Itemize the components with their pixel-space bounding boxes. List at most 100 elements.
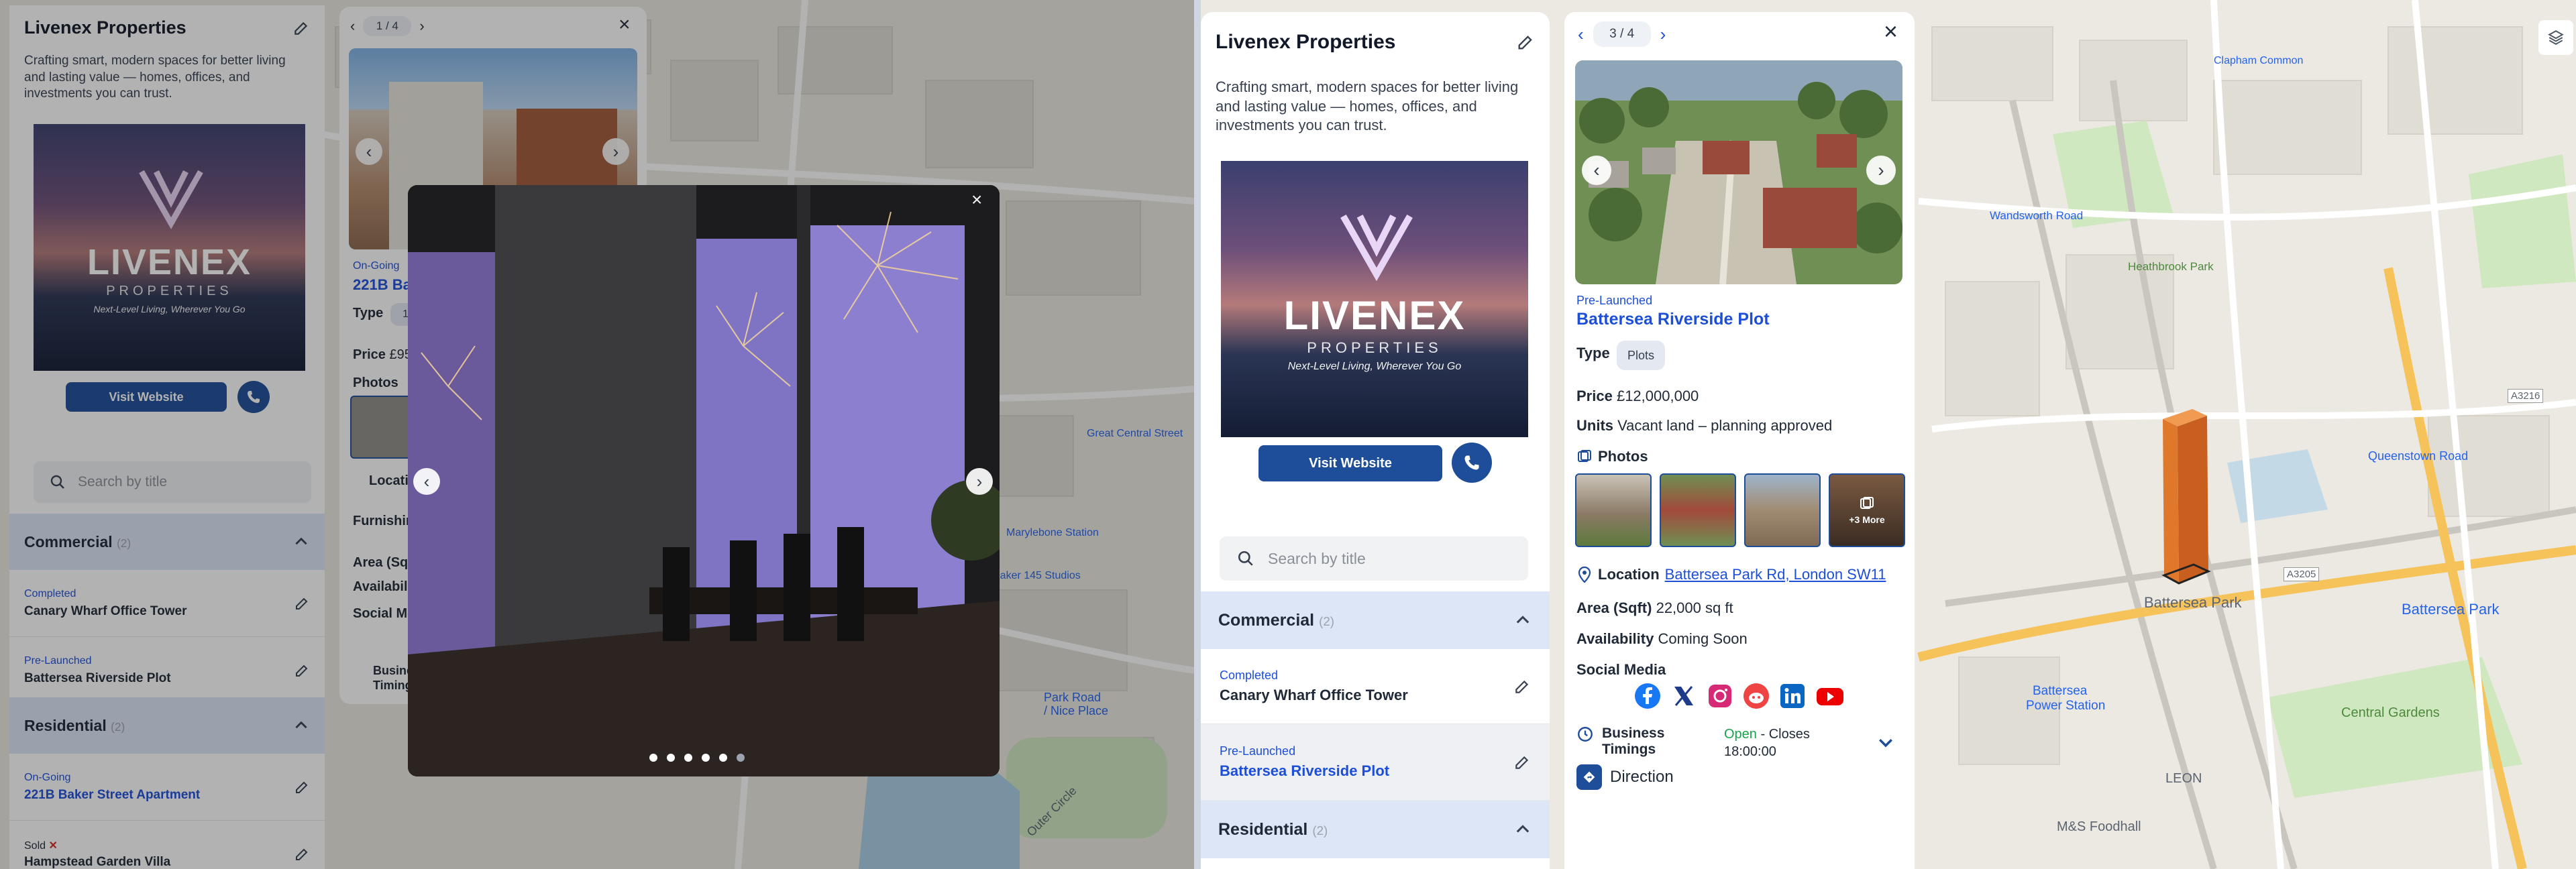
brand-description: Crafting smart, modern spaces for better… <box>1216 78 1519 134</box>
map-label-ms-foodhall: M&S Foodhall <box>2057 819 2141 834</box>
availability-label: Availability <box>1576 630 1654 647</box>
photo-next-button[interactable]: › <box>1866 156 1896 185</box>
youtube-icon[interactable] <box>1815 683 1845 709</box>
photo-thumbnail[interactable] <box>1660 473 1736 547</box>
right-detail-card: ‹ 3 / 4 › × ‹ › Pre-Launched Battersea R… <box>1564 12 1915 869</box>
price-label: Price <box>1576 388 1613 404</box>
photos-label: Photos <box>1598 448 1648 465</box>
map-label-a3205: A3205 <box>2284 567 2320 581</box>
item-status: Completed <box>1220 669 1279 682</box>
x-twitter-icon[interactable] <box>1670 683 1697 709</box>
map-layers-button[interactable] <box>2538 20 2573 55</box>
pagination-dot[interactable] <box>737 754 745 762</box>
photo-thumbnail[interactable] <box>1744 473 1821 547</box>
timings-label: Timings <box>1602 742 1656 757</box>
logo-word: LIVENEX <box>1283 292 1466 338</box>
pagination-dot[interactable] <box>649 754 657 762</box>
facebook-icon[interactable] <box>1634 683 1661 709</box>
phone-button[interactable] <box>1452 443 1492 483</box>
layers-icon <box>2548 30 2564 45</box>
property-photo[interactable] <box>1575 60 1902 284</box>
logo-tagline: Next-Level Living, Wherever You Go <box>1287 360 1462 372</box>
area-value: 22,000 sq ft <box>1656 599 1733 616</box>
expand-hours-chevron-icon[interactable] <box>1876 732 1896 752</box>
map-label-power-station: Power Station <box>2026 699 2106 713</box>
more-photos-label: +3 More <box>1849 514 1885 525</box>
phone-icon <box>1464 455 1479 470</box>
map-label-battersea-park: Battersea Park <box>2144 594 2242 611</box>
chevron-up-icon <box>1516 616 1529 624</box>
location-label: Location <box>1598 566 1660 583</box>
map-label-queenstown: Queenstown Road <box>2368 449 2469 463</box>
price-value: £12,000,000 <box>1616 388 1699 404</box>
type-chip: Plots <box>1617 341 1665 370</box>
availability-value: Coming Soon <box>1658 630 1748 647</box>
search-icon <box>1238 551 1253 566</box>
map-label-battersea-power: Battersea <box>2033 684 2088 698</box>
lightbox-pagination <box>649 754 745 762</box>
open-status: Open <box>1724 727 1757 742</box>
brand-title: Livenex Properties <box>1216 31 1396 53</box>
lightbox-photo[interactable] <box>408 185 1000 776</box>
category-count: (2) <box>1319 614 1334 628</box>
pagination-dot[interactable] <box>719 754 727 762</box>
map-label-central-gardens: Central Gardens <box>2341 705 2440 720</box>
map-label-wandsworth: Wandsworth Road <box>1990 209 2084 222</box>
category-name: Residential <box>1218 819 1308 839</box>
map-label-battersea-park-2: Battersea Park <box>2402 601 2500 618</box>
detail-status: Pre-Launched <box>1576 294 1653 307</box>
direction-label[interactable]: Direction <box>1610 768 1674 787</box>
item-title: Canary Wharf Office Tower <box>1220 687 1408 703</box>
photo-prev-button[interactable]: ‹ <box>1582 156 1611 185</box>
category-commercial[interactable]: Commercial (2) <box>1201 591 1550 649</box>
search-box[interactable]: Search by title <box>1220 536 1528 581</box>
photo-thumbnail[interactable] <box>1575 473 1652 547</box>
edit-icon[interactable] <box>1516 33 1535 52</box>
item-status: Pre-Launched <box>1220 744 1296 758</box>
prev-page-icon[interactable]: ‹ <box>1578 24 1584 45</box>
reddit-icon[interactable] <box>1743 683 1770 709</box>
map-label-a3216: A3216 <box>2508 389 2544 403</box>
category-name: Commercial <box>1218 610 1315 630</box>
lightbox-close-icon[interactable]: × <box>971 189 982 211</box>
units-label: Units <box>1576 417 1613 434</box>
category-residential[interactable]: Residential (2) <box>1201 801 1550 858</box>
search-placeholder: Search by title <box>1268 549 1366 567</box>
list-item[interactable]: Completed Canary Wharf Office Tower <box>1201 649 1550 724</box>
location-link[interactable]: Battersea Park Rd, London SW11 <box>1665 566 1886 583</box>
edit-icon[interactable] <box>1513 678 1531 695</box>
brand-logo: LIVENEX PROPERTIES Next-Level Living, Wh… <box>1221 160 1528 437</box>
area-label: Area (Sqft) <box>1576 599 1652 616</box>
photos-icon <box>1578 450 1591 462</box>
linkedin-icon[interactable] <box>1779 683 1806 709</box>
direction-icon[interactable] <box>1576 764 1602 790</box>
next-page-icon[interactable]: › <box>1660 24 1666 45</box>
detail-title: Battersea Riverside Plot <box>1576 310 1770 329</box>
category-count: (2) <box>1312 823 1328 837</box>
visit-website-button[interactable]: Visit Website <box>1258 445 1442 481</box>
close-icon[interactable]: × <box>1884 17 1898 46</box>
instagram-icon[interactable] <box>1707 683 1733 709</box>
map-label-leon: LEON <box>2165 771 2202 786</box>
photo-lightbox: × ‹ › <box>408 185 1000 776</box>
lightbox-next-button[interactable]: › <box>966 468 993 495</box>
units-value: Vacant land – planning approved <box>1617 417 1833 434</box>
lightbox-prev-button[interactable]: ‹ <box>413 468 440 495</box>
closes-time: 18:00:00 <box>1724 744 1776 759</box>
map-label-heathbrook: Heathbrook Park <box>2128 260 2214 273</box>
gallery-icon <box>1860 497 1874 509</box>
business-label: Business <box>1602 726 1665 741</box>
logo-sub: PROPERTIES <box>1307 339 1442 356</box>
right-sidebar: Livenex Properties Crafting smart, moder… <box>1201 12 1550 869</box>
chevron-up-icon <box>1516 825 1529 833</box>
pagination-dot[interactable] <box>702 754 710 762</box>
closes-label: - Closes <box>1760 727 1810 742</box>
pager: 3 / 4 <box>1593 21 1651 47</box>
edit-icon[interactable] <box>1513 754 1531 771</box>
list-item-selected[interactable]: Pre-Launched Battersea Riverside Plot <box>1201 724 1550 801</box>
clock-icon <box>1578 727 1593 742</box>
pagination-dot[interactable] <box>684 754 692 762</box>
pagination-dot[interactable] <box>667 754 675 762</box>
map-label-clapham: Clapham Common <box>2214 55 2304 66</box>
photo-thumbnail-more[interactable]: +3 More <box>1829 473 1905 547</box>
